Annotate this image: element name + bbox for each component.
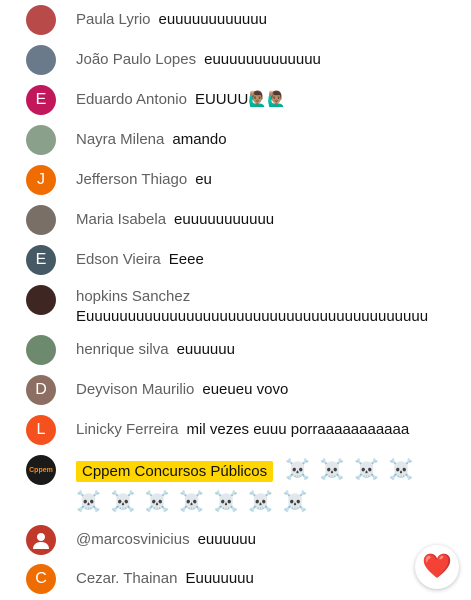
author-name[interactable]: Eduardo Antonio [76,91,187,108]
avatar[interactable] [26,205,56,235]
message-text: euuuuuuuuuuuuu [204,51,321,68]
chat-message: L Linicky Ferreira mil vezes euuu porraaa… [26,415,463,445]
chat-message: @marcosvinicius euuuuuu [26,525,463,555]
avatar[interactable] [26,125,56,155]
author-name[interactable]: Nayra Milena [76,131,164,148]
author-name[interactable]: Deyvison Maurilio [76,381,194,398]
author-name[interactable]: Paula Lyrio [76,11,151,28]
chat-message: João Paulo Lopes euuuuuuuuuuuuu [26,45,463,75]
avatar[interactable] [26,5,56,35]
avatar[interactable]: Cppem [26,455,56,485]
person-icon [33,533,49,549]
avatar[interactable] [26,45,56,75]
author-name[interactable]: hopkins Sanchez [76,287,420,307]
message-text: ☠️ ☠️ ☠️ ☠️ [285,459,416,481]
message-text: Euuuuuuu [185,570,254,587]
avatar-initial: D [35,381,47,398]
avatar-initial: E [35,91,47,108]
avatar[interactable] [26,285,56,315]
message-text: mil vezes euuu porraaaaaaaaaaa [186,421,410,438]
author-name[interactable]: João Paulo Lopes [76,51,196,68]
sponsor-author-badge[interactable]: Cppem Concursos Públicos [76,461,274,482]
author-name[interactable]: Linicky Ferreira [76,421,179,438]
message-text: Eeee [168,251,204,268]
avatar[interactable] [26,335,56,365]
chat-message: henrique silva euuuuuu [26,335,463,365]
avatar-initial: L [36,421,46,438]
avatar-initial: J [37,171,45,188]
chat-message: Paula Lyrio euuuuuuuuuuuu [26,5,463,35]
message-text: EUUUU🙋🏽‍♂️🙋🏽‍♂️ [194,91,286,108]
message-text: euuuuuu [176,341,235,358]
chat-message: E Eduardo Antonio EUUUU🙋🏽‍♂️🙋🏽‍♂️ [26,85,463,115]
message-text: eu [195,171,212,188]
chat-message: Nayra Milena amando [26,125,463,155]
chat-message: hopkins Sanchez Euuuuuuuuuuuuuuuuuuuuuuuu… [26,285,463,327]
avatar[interactable]: E [26,245,56,275]
chat-message: D Deyvison Maurilio eueueu vovo [26,375,463,405]
heart-icon: ❤️ [422,553,452,580]
avatar[interactable]: J [26,165,56,195]
heart-reaction-button[interactable]: ❤️ [415,545,459,589]
author-name[interactable]: Jefferson Thiago [76,171,187,188]
message-text: amando [172,131,227,148]
avatar-initial: E [35,251,47,268]
avatar-initial: C [35,570,47,587]
avatar[interactable] [26,525,56,555]
chat-message-sponsor: Cppem Cppem Concursos Públicos ☠️ ☠️ ☠️ ☠… [26,455,463,517]
chat-message: J Jefferson Thiago eu [26,165,463,195]
message-text: euuuuuuuuuuu [174,211,275,228]
author-name[interactable]: Maria Isabela [76,211,166,228]
author-name[interactable]: Edson Vieira [76,251,161,268]
avatar[interactable]: L [26,415,56,445]
avatar[interactable]: E [26,85,56,115]
message-text: Euuuuuuuuuuuuuuuuuuuuuuuuuuuuuuuuuuuuuuu… [76,308,429,325]
avatar[interactable]: D [26,375,56,405]
message-text: euuuuuu [197,531,256,548]
chat-message: C Cezar. Thainan Euuuuuuu [26,564,463,594]
live-chat: Paula Lyrio euuuuuuuuuuuu João Paulo Lope… [0,0,471,600]
message-text: ☠️ ☠️ ☠️ ☠️ ☠️ ☠️ ☠️ [76,491,310,513]
author-name[interactable]: Cezar. Thainan [76,570,177,587]
chat-message: E Edson Vieira Eeee [26,245,463,275]
message-text: euuuuuuuuuuuu [158,11,267,28]
message-text: eueueu vovo [202,381,289,398]
author-name[interactable]: @marcosvinicius [76,531,190,548]
chat-message: Maria Isabela euuuuuuuuuuu [26,205,463,235]
avatar[interactable]: C [26,564,56,594]
author-name[interactable]: henrique silva [76,341,169,358]
avatar-logo-text: Cppem [29,466,53,474]
